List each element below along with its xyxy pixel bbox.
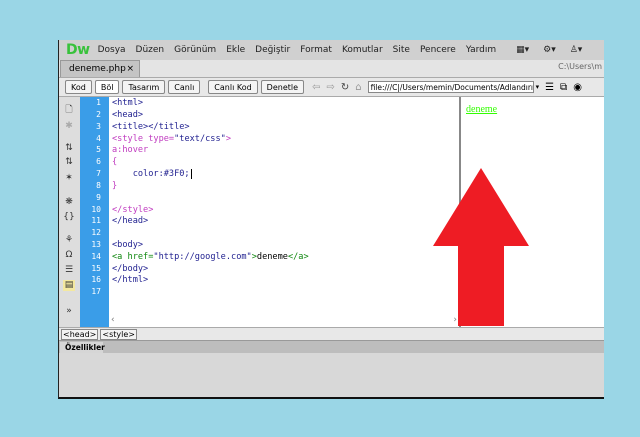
line-number: 15 xyxy=(91,264,101,273)
code-line: <head> xyxy=(112,110,144,120)
line-number: 1 xyxy=(96,98,101,107)
line-number: 17 xyxy=(91,287,101,296)
line-number: 2 xyxy=(96,110,101,119)
menu-degistir[interactable]: Değiştir xyxy=(255,45,290,55)
deneme-link[interactable]: deneme xyxy=(466,104,497,115)
document-toolbar: Kod Böl Tasarım Canlı Canlı Kod Denetle … xyxy=(59,78,604,97)
properties-panel-header: Özellikler xyxy=(59,340,604,354)
line-number: 16 xyxy=(91,275,101,284)
menu-format[interactable]: Format xyxy=(300,45,332,55)
settings-gear-icon[interactable]: ⚙▾ xyxy=(543,45,556,55)
multiscreen-icon[interactable]: ⧉ xyxy=(560,82,567,93)
collapse-tag-icon[interactable]: ⇅ xyxy=(63,143,75,154)
red-arrow-annotation xyxy=(433,168,529,326)
dreamweaver-logo: Dw xyxy=(66,42,90,58)
line-number: 11 xyxy=(91,216,101,225)
dreamweaver-window: Dw Dosya Düzen Görünüm Ekle Değiştir For… xyxy=(58,40,604,399)
back-arrow-icon[interactable]: ⇦ xyxy=(312,82,320,93)
code-line: <html> xyxy=(112,98,144,108)
line-number: 8 xyxy=(96,181,101,190)
close-icon[interactable]: × xyxy=(126,64,134,74)
open-documents-icon[interactable]: 🗋 xyxy=(63,105,75,116)
menu-duzen[interactable]: Düzen xyxy=(136,45,165,55)
line-number: 14 xyxy=(91,252,101,261)
line-number: 7 xyxy=(96,169,101,178)
view-options-icon[interactable]: ☰ xyxy=(545,82,554,93)
line-numbers-icon[interactable]: ⚘ xyxy=(63,235,75,246)
menu-yardim[interactable]: Yardım xyxy=(466,45,496,55)
inspect-button[interactable]: Denetle xyxy=(260,80,305,94)
design-view-button[interactable]: Tasarım xyxy=(122,80,166,94)
scroll-left-icon[interactable]: ‹ xyxy=(111,315,115,325)
breadcrumb-head[interactable]: <head> xyxy=(61,328,99,340)
properties-panel-body xyxy=(59,353,604,397)
live-view-button[interactable]: Canlı xyxy=(168,80,201,94)
line-number-gutter: 1 2 3 4 5 6 7 8 9 10 11 12 13 14 15 16 1… xyxy=(80,97,109,327)
line-number: 4 xyxy=(96,134,101,143)
horizontal-scrollbar[interactable]: ‹ › xyxy=(109,315,459,327)
syntax-error-icon[interactable]: ☰ xyxy=(63,265,75,276)
code-view-button[interactable]: Kod xyxy=(65,80,92,94)
tag-selector-bar: <head> <style> xyxy=(59,327,604,340)
code-line: color:#3F0; xyxy=(112,169,192,179)
collapse-selection-icon[interactable]: ⇅ xyxy=(63,157,75,168)
code-line: <style type="text/css"> xyxy=(112,134,232,144)
layout-icon[interactable]: ▦▾ xyxy=(516,45,529,55)
code-line: <title></title> xyxy=(112,122,190,132)
code-line: </html> xyxy=(112,275,149,285)
address-dropdown-icon[interactable]: ▾ xyxy=(536,83,540,91)
more-tools-icon[interactable]: » xyxy=(63,306,75,317)
balance-braces-icon[interactable]: {} xyxy=(63,212,75,223)
code-line: </style> xyxy=(112,205,154,215)
expand-all-icon[interactable]: ✶ xyxy=(63,173,75,184)
line-number: 9 xyxy=(96,193,101,202)
code-line: </body> xyxy=(112,264,149,274)
refresh-icon[interactable]: ↻ xyxy=(341,82,349,93)
menu-komutlar[interactable]: Komutlar xyxy=(342,45,383,55)
code-line: <body> xyxy=(112,240,144,250)
address-bar[interactable]: file:///C|/Users/memin/Documents/Adlandı… xyxy=(367,81,534,93)
line-number: 12 xyxy=(91,228,101,237)
red-arrow-shape xyxy=(433,168,529,326)
split-view-button[interactable]: Böl xyxy=(94,80,120,94)
site-icon[interactable]: ♙▾ xyxy=(570,45,583,55)
code-line: } xyxy=(112,181,118,191)
line-number: 6 xyxy=(96,157,101,166)
file-path: C:\Users\m xyxy=(558,62,602,71)
line-number: 3 xyxy=(96,122,101,131)
live-code-button[interactable]: Canlı Kod xyxy=(208,80,258,94)
code-line: { xyxy=(112,157,118,167)
coding-toolbar: 🗋 ✱ ⇅ ⇅ ✶ ❋ {} ⚘ Ω ☰ ▤ » xyxy=(59,97,81,327)
forward-arrow-icon[interactable]: ⇨ xyxy=(326,82,334,93)
line-number: 10 xyxy=(91,205,101,214)
document-tab[interactable]: deneme.php × xyxy=(60,60,140,77)
code-line: a:hover xyxy=(112,145,149,155)
line-number: 5 xyxy=(96,145,101,154)
show-code-navigator-icon[interactable]: ✱ xyxy=(63,121,75,132)
menu-bar: Dw Dosya Düzen Görünüm Ekle Değiştir For… xyxy=(59,40,604,60)
menu-site[interactable]: Site xyxy=(393,45,410,55)
breadcrumb-style[interactable]: <style> xyxy=(100,328,137,340)
code-line: </head> xyxy=(112,216,149,226)
document-tab-label: deneme.php xyxy=(69,64,126,74)
menu-pencere[interactable]: Pencere xyxy=(420,45,456,55)
preview-icon[interactable]: ◉ xyxy=(573,82,582,93)
line-number: 13 xyxy=(91,240,101,249)
code-line: <a href="http://google.com">deneme</a> xyxy=(112,252,309,262)
code-editor[interactable]: <html> <head> <title></title> <style typ… xyxy=(109,97,459,327)
menu-dosya[interactable]: Dosya xyxy=(98,45,126,55)
highlight-invalid-icon[interactable]: Ω xyxy=(63,250,75,261)
home-icon[interactable]: ⌂ xyxy=(355,82,361,93)
select-parent-tag-icon[interactable]: ❋ xyxy=(63,197,75,208)
word-wrap-icon[interactable]: ▤ xyxy=(63,280,75,291)
menu-ekle[interactable]: Ekle xyxy=(226,45,245,55)
document-tab-bar: deneme.php × C:\Users\m xyxy=(59,60,604,78)
menu-gorunum[interactable]: Görünüm xyxy=(174,45,216,55)
